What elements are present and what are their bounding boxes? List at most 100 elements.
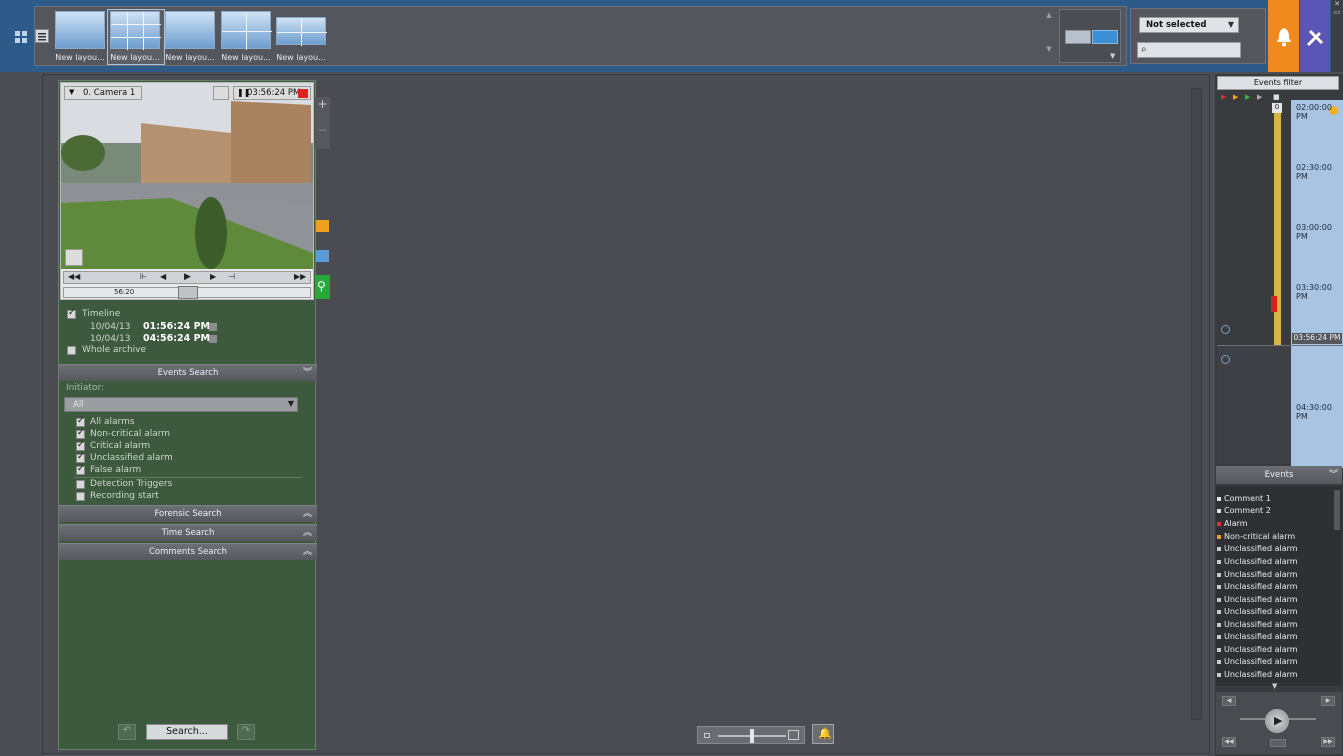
camera-snapshot-icon[interactable] xyxy=(213,86,229,100)
layouts-scrollbar[interactable]: ▲ ▼ xyxy=(1043,11,1055,63)
close-icon[interactable]: ✕ xyxy=(1331,0,1343,8)
timeline-marker-icon[interactable] xyxy=(1221,355,1230,364)
alarm-mode-button[interactable]: 🔔 xyxy=(812,724,834,744)
all-alarms-checkbox[interactable] xyxy=(76,416,85,427)
list-item[interactable]: Unclassified alarm xyxy=(1217,595,1298,604)
list-item[interactable]: Unclassified alarm xyxy=(1217,570,1298,579)
whole-archive-checkbox[interactable] xyxy=(67,346,76,355)
start-time-calendar-icon[interactable] xyxy=(209,323,217,331)
camera-scrubber[interactable]: 56:20 xyxy=(63,286,311,299)
critical-alarm-checkbox[interactable] xyxy=(76,440,85,451)
alerts-button[interactable] xyxy=(1268,0,1299,72)
layout-label-4: New layou... xyxy=(221,53,271,62)
scrub-handle[interactable] xyxy=(178,286,198,299)
start-time[interactable]: 01:56:24 PM xyxy=(143,321,210,332)
list-item[interactable]: Alarm xyxy=(1217,519,1248,528)
layout-menu-button[interactable] xyxy=(35,29,49,43)
layouts-strip: New layou... New layou... New layou... N… xyxy=(34,6,1127,66)
stop-filter-icon[interactable]: ■ xyxy=(1273,93,1280,101)
search-button[interactable]: Search... xyxy=(146,724,228,740)
comments-search-title: Comments Search xyxy=(149,547,227,557)
zoom-handle[interactable] xyxy=(750,729,754,743)
filter-select[interactable]: Not selected ▼ xyxy=(1139,17,1239,33)
list-item[interactable]: Unclassified alarm xyxy=(1217,657,1298,666)
fast-forward-icon[interactable]: ▶▶ xyxy=(1321,737,1335,747)
timeline-tick: 02:00:00 PM xyxy=(1296,103,1332,121)
zoom-slider[interactable] xyxy=(697,726,805,744)
next-event-icon[interactable]: ▶ xyxy=(1321,696,1335,706)
detection-triggers-checkbox[interactable] xyxy=(76,480,85,489)
camera-menu-button[interactable]: ▼ 0. Camera 1 xyxy=(64,86,142,100)
end-time[interactable]: 04:56:24 PM xyxy=(143,333,210,344)
recording-start-checkbox[interactable] xyxy=(76,492,85,501)
list-item[interactable]: Unclassified alarm xyxy=(1217,670,1298,679)
tools-button[interactable] xyxy=(1300,0,1330,72)
timeline-marker-icon[interactable] xyxy=(1221,325,1230,334)
list-item[interactable]: Unclassified alarm xyxy=(1217,607,1298,616)
list-item[interactable]: Unclassified alarm xyxy=(1217,582,1298,591)
events-scroll-down-icon[interactable]: ▼ xyxy=(1272,682,1277,690)
forensic-search-header[interactable]: Forensic Search ︽ xyxy=(59,505,317,522)
timeline-checkbox[interactable] xyxy=(67,308,76,319)
list-item[interactable]: Unclassified alarm xyxy=(1217,620,1298,629)
events-search-header[interactable]: Events Search ︾ xyxy=(59,364,317,381)
events-filter-header[interactable]: Events filter xyxy=(1217,76,1339,90)
playback-controls: ◀◀ ⊩ ◀ ▶ ▶ ⊣ ▶▶ xyxy=(63,271,311,284)
zoom-out-icon[interactable]: − xyxy=(315,123,330,137)
step-back-icon[interactable]: ◀ xyxy=(160,272,166,281)
workspace-scrollbar[interactable] xyxy=(1191,88,1202,720)
ok-filter-icon[interactable]: ▶ xyxy=(1245,93,1250,101)
camera-title: 0. Camera 1 xyxy=(83,88,136,98)
next-frame-icon[interactable]: ⊣ xyxy=(228,272,235,281)
rewind-start-icon[interactable]: ◀◀ xyxy=(68,272,80,281)
undo-button[interactable]: ↶ xyxy=(118,724,136,740)
layout-size-large-button[interactable] xyxy=(1092,30,1118,44)
search-mode-button[interactable]: ⚲ xyxy=(315,275,330,299)
forward-end-icon[interactable]: ▶▶ xyxy=(294,272,306,281)
layout-thumb-3[interactable] xyxy=(165,11,215,49)
comments-search-header[interactable]: Comments Search ︽ xyxy=(59,543,317,560)
list-item[interactable]: Unclassified alarm xyxy=(1217,544,1298,553)
alarm-filter-icon[interactable]: ▶ xyxy=(1221,93,1226,101)
layout-thumb-5[interactable] xyxy=(276,17,327,46)
warning-filter-icon[interactable]: ▶ xyxy=(1233,93,1238,101)
archive-icon[interactable] xyxy=(316,250,329,262)
layout-thumb-4[interactable] xyxy=(221,11,272,50)
list-item[interactable]: Unclassified alarm xyxy=(1217,632,1298,641)
layout-thumb-1[interactable] xyxy=(55,11,105,49)
minimize-icon[interactable]: ▭ xyxy=(1331,8,1343,16)
false-alarm-checkbox[interactable] xyxy=(76,464,85,475)
layout-thumb-2[interactable] xyxy=(110,11,161,50)
unclassified-alarm-checkbox[interactable] xyxy=(76,452,85,463)
non-critical-alarm-checkbox[interactable] xyxy=(76,428,85,439)
prev-event-icon[interactable]: ◀ xyxy=(1222,696,1236,706)
list-item[interactable]: Unclassified alarm xyxy=(1217,557,1298,566)
end-time-calendar-icon[interactable] xyxy=(209,335,217,343)
frame-step-icon[interactable] xyxy=(1270,739,1286,747)
list-item[interactable]: Unclassified alarm xyxy=(1217,645,1298,654)
info-filter-icon[interactable]: ▶ xyxy=(1257,93,1262,101)
alarm-icon[interactable] xyxy=(65,249,83,266)
end-date: 10/04/13 xyxy=(90,334,131,344)
chevron-down-icon[interactable]: ▼ xyxy=(1110,52,1115,60)
events-scrollbar[interactable] xyxy=(1334,490,1340,530)
step-forward-icon[interactable]: ▶ xyxy=(210,272,216,281)
list-item[interactable]: Non-critical alarm xyxy=(1217,532,1295,541)
play-icon[interactable]: ▶ xyxy=(184,272,191,282)
zoom-in-icon[interactable]: + xyxy=(315,97,330,111)
play-button[interactable]: ▶ xyxy=(1265,709,1289,733)
redo-button[interactable]: ↷ xyxy=(237,724,255,740)
camera-tile[interactable]: ▼ 0. Camera 1 ❚❚ 03:56:24 PM ◀◀ ⊩ ◀ ▶ ▶ … xyxy=(60,82,314,300)
list-item[interactable]: Comment 1 xyxy=(1217,494,1271,503)
layout-size-small-button[interactable] xyxy=(1065,30,1091,44)
initiator-select[interactable]: All ▼ xyxy=(64,397,298,412)
list-item[interactable]: Comment 2 xyxy=(1217,506,1271,515)
prev-frame-icon[interactable]: ⊩ xyxy=(140,272,147,281)
search-icon: ⌕ xyxy=(1141,44,1147,55)
rewind-icon[interactable]: ◀◀ xyxy=(1222,737,1236,747)
events-header[interactable]: Events ︾ xyxy=(1216,466,1342,484)
layouts-grid-icon[interactable] xyxy=(14,30,28,44)
filter-search-input[interactable]: ⌕ xyxy=(1137,42,1241,58)
time-search-header[interactable]: Time Search ︽ xyxy=(59,524,317,541)
monitor-icon[interactable] xyxy=(316,220,329,232)
